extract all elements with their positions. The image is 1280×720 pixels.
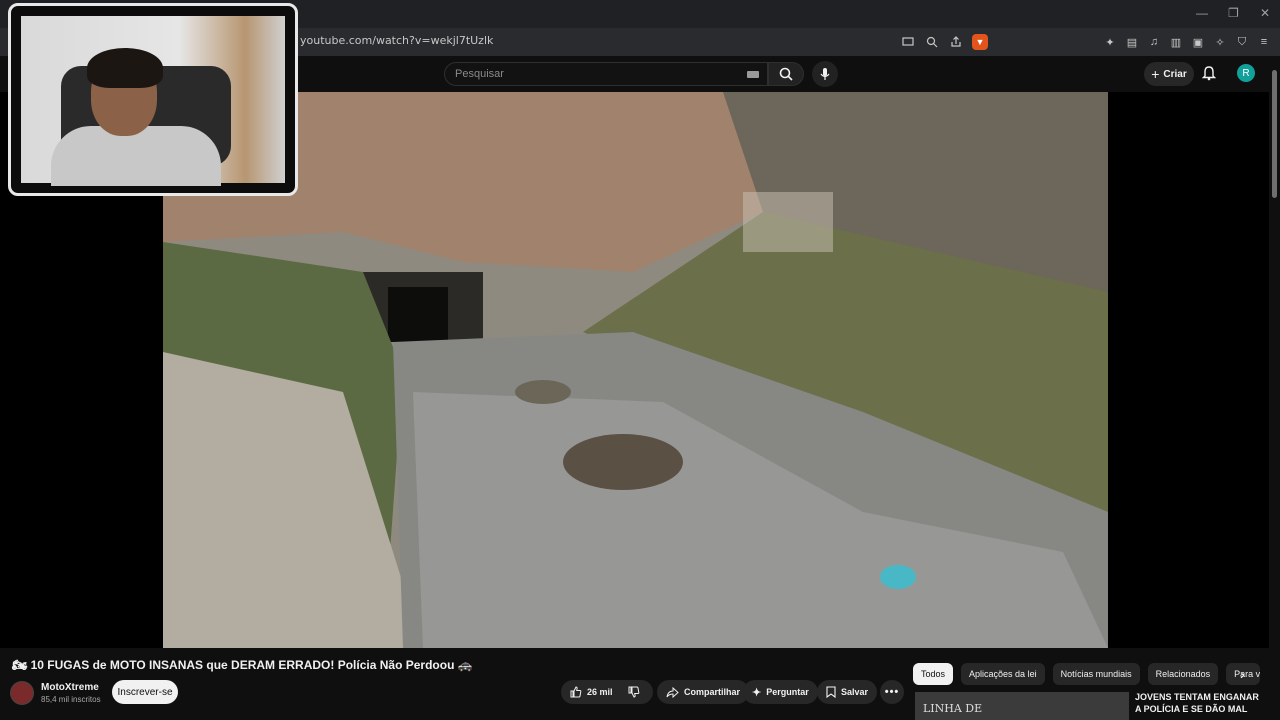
thumbs-down-icon bbox=[628, 686, 639, 698]
share-icon bbox=[666, 686, 679, 698]
reader-icon[interactable]: ▤ bbox=[1124, 34, 1140, 50]
webcam-feed bbox=[21, 16, 285, 186]
plus-icon: + bbox=[1151, 66, 1160, 82]
like-button[interactable]: 26 mil bbox=[570, 686, 613, 698]
video-title: 🏍 10 FUGAS de MOTO INSANAS que DERAM ERR… bbox=[12, 658, 473, 672]
search-box[interactable]: Pesquisar bbox=[444, 62, 768, 86]
save-label: Salvar bbox=[841, 687, 869, 697]
menu-icon[interactable]: ≡ bbox=[1256, 34, 1272, 50]
address-icons: ▼ bbox=[900, 34, 988, 50]
create-label: Criar bbox=[1163, 68, 1187, 80]
chip-world-news[interactable]: Notícias mundiais bbox=[1052, 663, 1140, 685]
sparkle-icon: ✦ bbox=[752, 686, 762, 699]
thumbnail-text: LINHA DE bbox=[923, 702, 983, 715]
music-icon[interactable]: ♫ bbox=[1146, 34, 1162, 50]
person-hair bbox=[87, 48, 163, 88]
vpn-icon[interactable]: ⛉ bbox=[1234, 34, 1250, 50]
chip-law-enforcement[interactable]: Aplicações da lei bbox=[961, 663, 1045, 685]
ask-label: Perguntar bbox=[766, 687, 809, 697]
chevron-right-icon[interactable]: › bbox=[1240, 666, 1245, 682]
extension-icons: ✦ ▤ ♫ ▥ ▣ ✧ ⛉ ≡ bbox=[1102, 34, 1272, 50]
create-button[interactable]: + Criar bbox=[1144, 62, 1194, 86]
user-avatar[interactable]: R bbox=[1237, 64, 1255, 82]
search-icon bbox=[779, 67, 793, 81]
restore-button[interactable]: ❐ bbox=[1228, 6, 1239, 20]
channel-subscribers: 85,4 mil inscritos bbox=[41, 695, 101, 704]
chip-todos[interactable]: Todos bbox=[913, 663, 954, 685]
channel-avatar[interactable] bbox=[10, 681, 34, 705]
close-button[interactable]: ✕ bbox=[1260, 6, 1270, 20]
search-button[interactable] bbox=[768, 62, 804, 86]
save-button[interactable]: Salvar bbox=[817, 680, 878, 704]
more-actions-button[interactable]: ••• bbox=[880, 680, 904, 704]
notifications-button[interactable] bbox=[1201, 65, 1217, 86]
title-emoji-left: 🏍 bbox=[12, 658, 28, 672]
thumbs-up-icon bbox=[570, 686, 582, 698]
page-scrollbar[interactable] bbox=[1269, 56, 1280, 720]
keyboard-icon[interactable] bbox=[747, 71, 759, 78]
mic-icon bbox=[820, 68, 830, 80]
window-controls: — ❐ ✕ bbox=[1196, 6, 1270, 20]
sidebar-icon[interactable]: ▥ bbox=[1168, 34, 1184, 50]
chip-related[interactable]: Relacionados bbox=[1147, 663, 1219, 685]
zoom-icon[interactable] bbox=[924, 34, 940, 50]
ask-button[interactable]: ✦ Perguntar bbox=[743, 680, 818, 704]
like-dislike-group: 26 mil bbox=[561, 680, 653, 704]
related-chips: Todos Aplicações da lei Notícias mundiai… bbox=[913, 663, 1261, 685]
video-scene bbox=[163, 92, 1108, 648]
url-field[interactable]: youtube.com/watch?v=wekjl7tUzlk bbox=[300, 34, 493, 47]
person-body bbox=[51, 126, 221, 186]
more-icon: ••• bbox=[884, 686, 900, 698]
extensions-icon[interactable]: ✦ bbox=[1102, 34, 1118, 50]
cast-icon[interactable] bbox=[900, 34, 916, 50]
recommendation-title[interactable]: JOVENS TENTAM ENGANAR A POLÍCIA E SE DÃO… bbox=[1135, 691, 1265, 715]
title-text: 10 FUGAS de MOTO INSANAS que DERAM ERRAD… bbox=[30, 658, 455, 672]
dislike-button[interactable] bbox=[628, 686, 640, 698]
search-input[interactable]: Pesquisar bbox=[455, 68, 504, 80]
brave-shield-icon[interactable]: ▼ bbox=[972, 34, 988, 50]
share-label: Compartilhar bbox=[684, 687, 741, 697]
wallet-icon[interactable]: ▣ bbox=[1190, 34, 1206, 50]
like-count: 26 mil bbox=[587, 687, 613, 697]
channel-name[interactable]: MotoXtreme bbox=[41, 682, 99, 693]
leo-ai-icon[interactable]: ✧ bbox=[1212, 34, 1228, 50]
title-emoji-right: 🚓 bbox=[457, 658, 473, 672]
recommendation-thumbnail[interactable]: LINHA DE bbox=[915, 692, 1129, 720]
minimize-button[interactable]: — bbox=[1196, 6, 1208, 20]
video-frame[interactable] bbox=[163, 92, 1108, 648]
subscribe-button[interactable]: Inscrever-se bbox=[112, 680, 178, 704]
video-info: 🏍 10 FUGAS de MOTO INSANAS que DERAM ERR… bbox=[0, 648, 904, 720]
bell-icon bbox=[1201, 66, 1217, 81]
share-button[interactable]: Compartilhar bbox=[657, 680, 750, 704]
webcam-overlay bbox=[8, 3, 298, 196]
bookmark-icon bbox=[826, 686, 836, 698]
voice-search-button[interactable] bbox=[812, 61, 838, 87]
scrollbar-thumb[interactable] bbox=[1272, 70, 1277, 198]
share-page-icon[interactable] bbox=[948, 34, 964, 50]
